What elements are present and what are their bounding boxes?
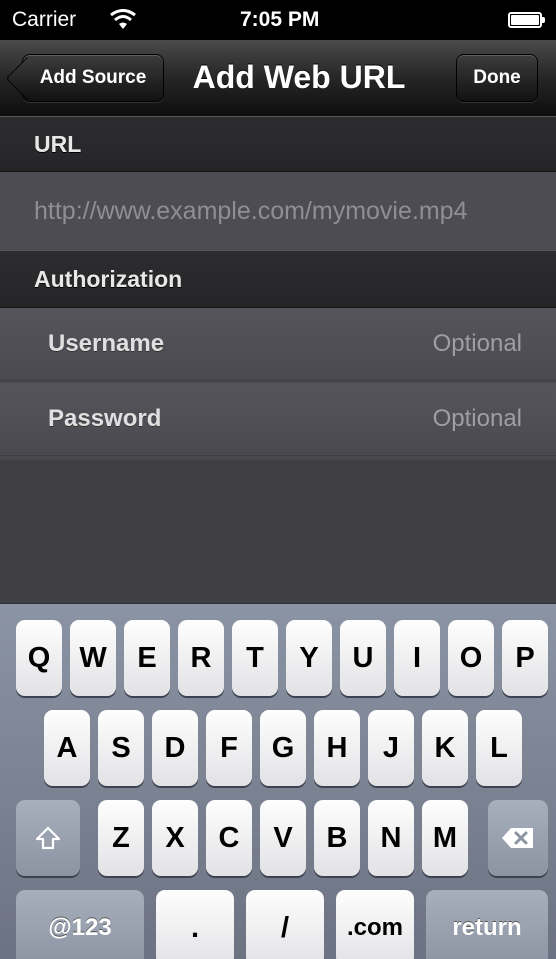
shift-icon: [35, 826, 61, 850]
key-n[interactable]: N: [368, 800, 414, 876]
battery-icon: [508, 12, 545, 28]
page-title: Add Web URL: [192, 58, 406, 95]
key-c[interactable]: C: [206, 800, 252, 876]
key-l[interactable]: L: [476, 710, 522, 786]
username-row[interactable]: Username: [0, 308, 556, 381]
username-label: Username: [48, 330, 165, 357]
shift-key[interactable]: [16, 800, 80, 876]
url-input[interactable]: [0, 195, 556, 227]
navigation-bar: Add Source Add Web URL Done: [0, 40, 556, 117]
key-x[interactable]: X: [152, 800, 198, 876]
back-button[interactable]: Add Source: [22, 54, 164, 102]
keyboard: Q W E R T Y U I O P A S D F G H J K L Z …: [0, 603, 556, 959]
key-p[interactable]: P: [502, 620, 548, 696]
key-d[interactable]: D: [152, 710, 198, 786]
status-bar: Carrier 7:05 PM: [0, 0, 556, 40]
url-row: [0, 172, 556, 250]
delete-key[interactable]: [488, 800, 548, 876]
empty-area: [0, 460, 556, 603]
username-input[interactable]: [320, 329, 524, 359]
authorization-section-header: Authorization: [0, 250, 556, 308]
key-e[interactable]: E: [124, 620, 170, 696]
key-u[interactable]: U: [340, 620, 386, 696]
key-a[interactable]: A: [44, 710, 90, 786]
key-h[interactable]: H: [314, 710, 360, 786]
key-s[interactable]: S: [98, 710, 144, 786]
key-dot[interactable]: .: [156, 890, 234, 959]
carrier-label: Carrier: [12, 8, 77, 31]
key-z[interactable]: Z: [98, 800, 144, 876]
key-f[interactable]: F: [206, 710, 252, 786]
app-screen: Carrier 7:05 PM Add Source Add Web URL D…: [0, 0, 556, 959]
key-dotcom[interactable]: .com: [336, 890, 414, 959]
password-label: Password: [48, 405, 162, 432]
password-input[interactable]: [320, 404, 524, 434]
key-v[interactable]: V: [260, 800, 306, 876]
return-key[interactable]: return: [426, 890, 548, 959]
backspace-icon: [502, 828, 533, 848]
key-w[interactable]: W: [70, 620, 116, 696]
numbers-key[interactable]: @123: [16, 890, 144, 959]
key-o[interactable]: O: [448, 620, 494, 696]
key-i[interactable]: I: [394, 620, 440, 696]
wifi-icon: [110, 9, 136, 29]
key-k[interactable]: K: [422, 710, 468, 786]
key-j[interactable]: J: [368, 710, 414, 786]
key-m[interactable]: M: [422, 800, 468, 876]
done-button[interactable]: Done: [456, 54, 538, 102]
key-r[interactable]: R: [178, 620, 224, 696]
key-b[interactable]: B: [314, 800, 360, 876]
back-button-label: Add Source: [39, 67, 147, 88]
url-section-header: URL: [0, 116, 556, 172]
key-q[interactable]: Q: [16, 620, 62, 696]
key-slash[interactable]: /: [246, 890, 324, 959]
password-row[interactable]: Password: [0, 383, 556, 456]
clock: 7:05 PM: [240, 8, 320, 31]
key-t[interactable]: T: [232, 620, 278, 696]
key-g[interactable]: G: [260, 710, 306, 786]
key-y[interactable]: Y: [286, 620, 332, 696]
